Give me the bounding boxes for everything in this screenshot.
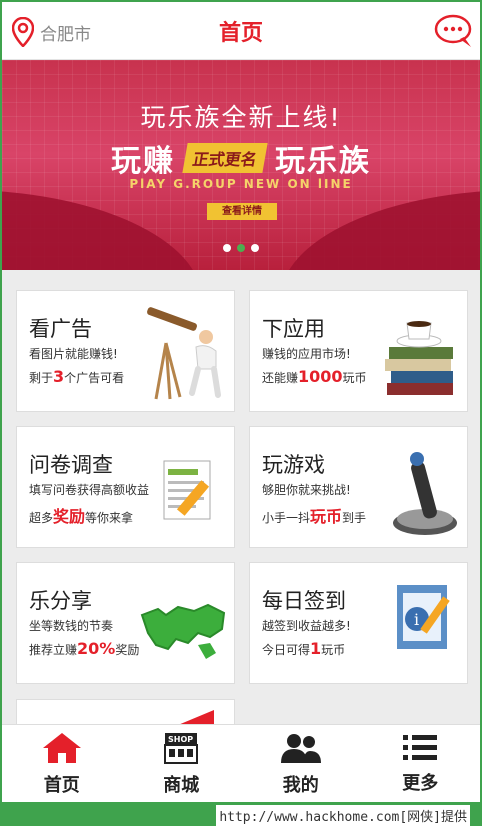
svg-text:i: i (414, 610, 419, 629)
books-coffee-icon (385, 321, 453, 395)
world-map-icon (140, 603, 226, 659)
banner-details-button[interactable]: 查看详情 (207, 203, 277, 220)
shop-icon: SHOP (164, 732, 199, 764)
chat-bubble-icon (434, 14, 472, 47)
tab-label: 更多 (402, 772, 439, 794)
card-share[interactable]: 乐分享 坐等数钱的节奏 推荐立赚20%奖励 (16, 562, 235, 684)
banner-old-name: 玩赚 (110, 144, 175, 179)
page-title: 首页 (218, 21, 263, 46)
top-bar: 合肥市 首页 (2, 2, 480, 60)
tab-shop[interactable]: SHOP 商城 (122, 725, 242, 802)
tab-home[interactable]: 首页 (2, 725, 122, 802)
card-title: 乐分享 (29, 589, 92, 613)
tab-mine[interactable]: 我的 (241, 725, 361, 802)
telescope-icon (147, 307, 221, 400)
tab-label: 首页 (43, 774, 80, 796)
home-icon (42, 732, 81, 763)
phone-screen: 合肥市 首页 玩乐族全新上线! 玩赚 正式更名 玩乐族 PlAY G.ROUP … (0, 0, 482, 826)
card-title: 下应用 (262, 317, 325, 341)
carousel-dot[interactable] (251, 244, 259, 252)
card-survey[interactable]: 问卷调查 填写问卷获得高额收益 超多奖励等你来拿 (16, 426, 235, 548)
card-info: 还能赚1000玩币 (262, 367, 367, 386)
card-subtitle: 看图片就能赚钱! (29, 347, 118, 361)
tab-more[interactable]: 更多 (361, 725, 481, 802)
signin-document-icon: i (397, 585, 450, 649)
card-subtitle: 赚钱的应用市场! (262, 347, 351, 361)
document-pencil-icon (163, 460, 211, 520)
joystick-icon (393, 452, 457, 535)
message-button[interactable] (434, 12, 474, 54)
tab-label: 商城 (163, 774, 200, 796)
card-info: 剩于3个广告可看 (29, 367, 125, 386)
card-info: 推荐立赚20%奖励 (29, 639, 140, 658)
card-title: 每日签到 (262, 589, 346, 613)
card-daily-checkin[interactable]: 每日签到 越签到收益越多! 今日可得1玩币 i (249, 562, 468, 684)
card-subtitle: 越签到收益越多! (262, 619, 351, 633)
banner-rename-row: 玩赚 正式更名 玩乐族 (2, 136, 480, 180)
card-info: 今日可得1玩币 (262, 639, 346, 658)
card-info: 小手一抖玩币到手 (262, 507, 367, 526)
card-subtitle: 坐等数钱的节奏 (29, 619, 114, 633)
card-title: 看广告 (29, 317, 92, 341)
card-subtitle: 够胆你就来挑战! (262, 483, 351, 497)
banner-english-tagline: PlAY G.ROUP NEW ON lINE (129, 177, 353, 191)
card-play-games[interactable]: 玩游戏 够胆你就来挑战! 小手一抖玩币到手 (249, 426, 468, 548)
list-icon (403, 734, 438, 760)
card-title: 玩游戏 (262, 453, 325, 477)
bottom-tab-bar: 首页 SHOP 商城 我的 更多 (2, 724, 480, 802)
watermark-bar: http://www.hackhome.com[网侠]提供 (0, 802, 482, 826)
card-watch-ads[interactable]: 看广告 看图片就能赚钱! 剩于3个广告可看 (16, 290, 235, 412)
banner-rename-tag: 正式更名 (182, 143, 268, 173)
carousel-indicator (2, 244, 480, 252)
card-subtitle: 填写问卷获得高额收益 (29, 483, 150, 497)
watermark-text: http://www.hackhome.com[网侠]提供 (216, 805, 470, 826)
banner-headline: 玩乐族全新上线! (140, 103, 342, 132)
promo-banner[interactable]: 玩乐族全新上线! 玩赚 正式更名 玩乐族 PlAY G.ROUP NEW ON … (2, 60, 480, 270)
tab-label: 我的 (282, 774, 319, 796)
banner-new-name: 玩乐族 (275, 144, 371, 179)
card-title: 问卷调查 (29, 453, 113, 477)
svg-text:SHOP: SHOP (168, 735, 193, 744)
carousel-dot[interactable] (223, 244, 231, 252)
card-info: 超多奖励等你来拿 (29, 507, 134, 526)
carousel-dot-active[interactable] (237, 244, 245, 252)
card-download-apps[interactable]: 下应用 赚钱的应用市场! 还能赚1000玩币 (249, 290, 468, 412)
users-icon (280, 733, 321, 763)
